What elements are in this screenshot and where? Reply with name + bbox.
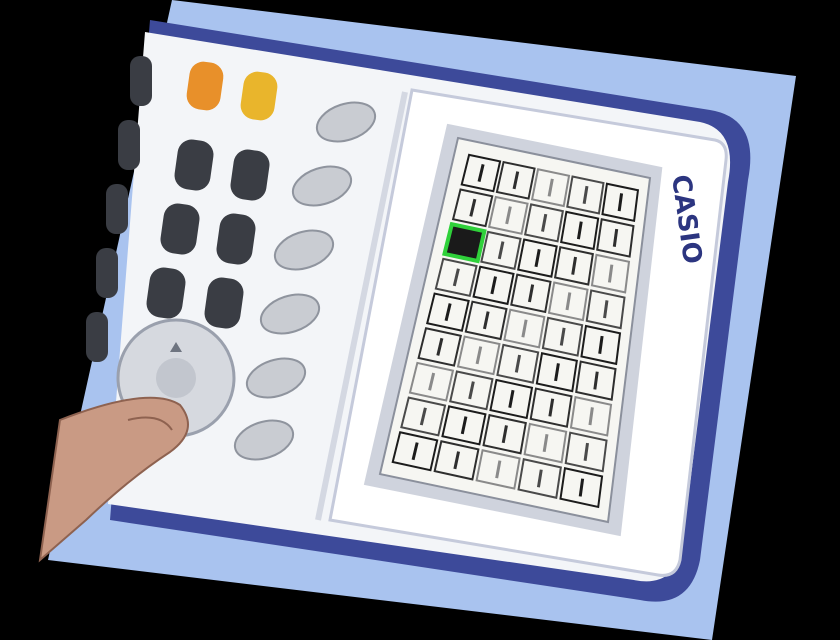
keypad-key[interactable] <box>86 312 108 362</box>
keypad-key[interactable] <box>130 56 152 106</box>
keypad-key[interactable] <box>118 120 140 170</box>
keypad-key[interactable] <box>106 184 128 234</box>
keypad-key[interactable] <box>96 248 118 298</box>
calculator-photo: CASIO <box>0 0 840 640</box>
directional-pad-center[interactable] <box>156 358 196 398</box>
selected-menu-icon[interactable] <box>442 221 487 264</box>
rotated-photo: CASIO <box>38 0 796 640</box>
